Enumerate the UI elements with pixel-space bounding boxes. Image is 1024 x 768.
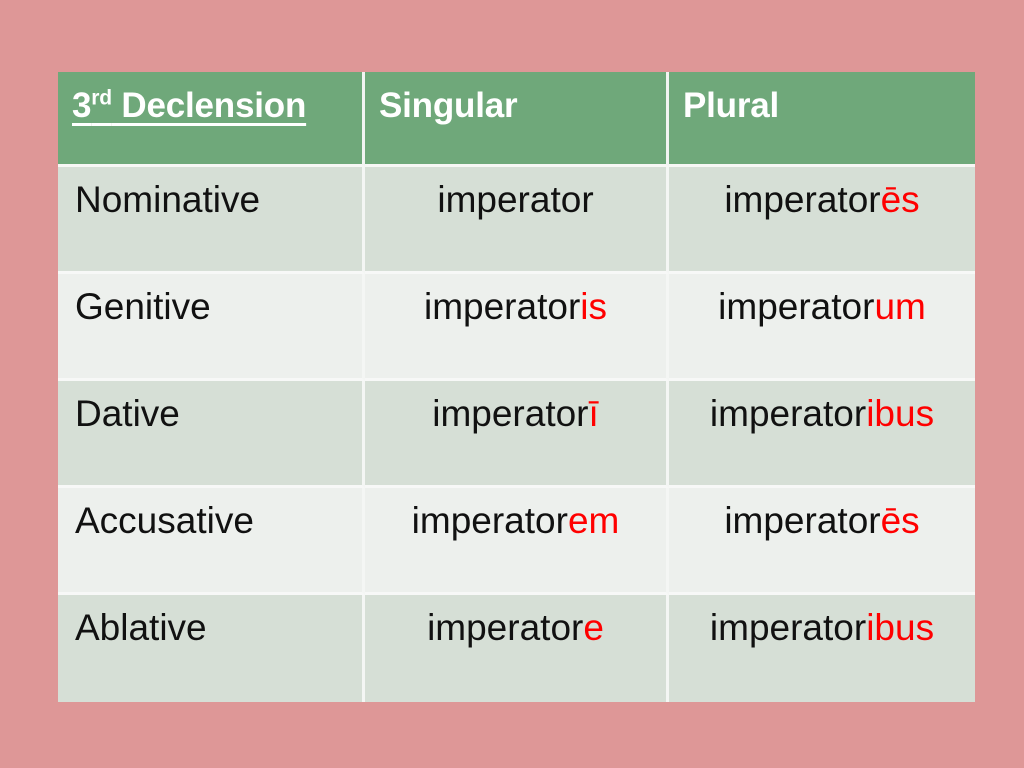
singular-form-cell: imperatorī bbox=[365, 381, 669, 488]
plural-stem: imperator bbox=[709, 607, 867, 648]
header-row: 3rd Declension Singular Plural bbox=[58, 72, 975, 167]
singular-stem: imperator bbox=[437, 179, 594, 220]
header-declension-number: 3 bbox=[72, 86, 92, 125]
plural-form-cell: imperatorēs bbox=[669, 488, 975, 595]
header-declension-ordinal-suffix: rd bbox=[91, 86, 112, 110]
case-name-cell: Nominative bbox=[58, 167, 365, 274]
singular-stem: imperator bbox=[411, 500, 568, 541]
table-row: Nominative imperator imperatorēs bbox=[58, 167, 975, 274]
table-row: Dative imperatorī imperatoribus bbox=[58, 381, 975, 488]
plural-form-cell: imperatorum bbox=[669, 274, 975, 381]
singular-form-cell: imperator bbox=[365, 167, 669, 274]
header-declension-text: 3rd Declension bbox=[72, 86, 306, 125]
plural-stem: imperator bbox=[709, 393, 867, 434]
plural-stem: imperator bbox=[724, 179, 881, 220]
declension-table: 3rd Declension Singular Plural Nominativ… bbox=[58, 72, 975, 702]
singular-ending: ī bbox=[588, 393, 599, 434]
case-name-cell: Accusative bbox=[58, 488, 365, 595]
singular-form-cell: imperatoris bbox=[365, 274, 669, 381]
plural-ending: um bbox=[874, 286, 926, 327]
table-row: Accusative imperatorem imperatorēs bbox=[58, 488, 975, 595]
singular-stem: imperator bbox=[423, 286, 581, 327]
singular-ending: e bbox=[583, 607, 604, 648]
plural-ending: ibus bbox=[866, 393, 935, 434]
table-body: Nominative imperator imperatorēs Genitive im… bbox=[58, 167, 975, 702]
singular-ending: is bbox=[580, 286, 607, 327]
plural-form-cell: imperatoribus bbox=[669, 381, 975, 488]
singular-stem: imperator bbox=[427, 607, 584, 648]
singular-ending: em bbox=[567, 500, 620, 541]
singular-form-cell: imperatore bbox=[365, 595, 669, 702]
plural-ending: ēs bbox=[880, 500, 920, 541]
header-cell-declension: 3rd Declension bbox=[58, 72, 365, 167]
plural-form-cell: imperatorēs bbox=[669, 167, 975, 274]
case-name-cell: Ablative bbox=[58, 595, 365, 702]
table-row: Ablative imperatore imperatoribus bbox=[58, 595, 975, 702]
header-cell-singular: Singular bbox=[365, 72, 669, 167]
header-singular-label: Singular bbox=[379, 86, 518, 125]
plural-ending: ēs bbox=[880, 179, 920, 220]
case-name-cell: Dative bbox=[58, 381, 365, 488]
header-cell-plural: Plural bbox=[669, 72, 975, 167]
case-name-cell: Genitive bbox=[58, 274, 365, 381]
plural-stem: imperator bbox=[718, 286, 875, 327]
table-row: Genitive imperatoris imperatorum bbox=[58, 274, 975, 381]
plural-ending: ibus bbox=[866, 607, 935, 648]
singular-form-cell: imperatorem bbox=[365, 488, 669, 595]
plural-form-cell: imperatoribus bbox=[669, 595, 975, 702]
singular-stem: imperator bbox=[432, 393, 589, 434]
slide-canvas: 3rd Declension Singular Plural Nominativ… bbox=[0, 0, 1024, 768]
header-declension-word: Declension bbox=[111, 86, 307, 125]
table-header: 3rd Declension Singular Plural bbox=[58, 72, 975, 167]
plural-stem: imperator bbox=[724, 500, 881, 541]
header-plural-label: Plural bbox=[683, 86, 780, 125]
